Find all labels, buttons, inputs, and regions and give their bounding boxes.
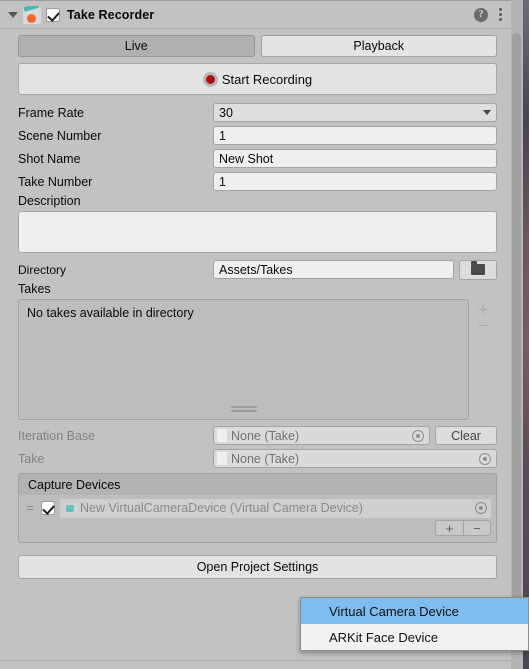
capture-device-enabled-checkbox[interactable] (41, 501, 55, 515)
iteration-base-row: Iteration Base None (Take) Clear (18, 425, 497, 446)
iteration-base-label: Iteration Base (18, 428, 96, 443)
browse-directory-button[interactable] (459, 259, 497, 280)
takes-label: Takes (18, 282, 51, 296)
take-asset-icon (217, 429, 227, 442)
frame-rate-value: 30 (219, 105, 233, 120)
add-take-button[interactable]: + (478, 301, 488, 318)
description-label: Description (18, 194, 81, 208)
object-picker-icon[interactable] (479, 452, 491, 465)
take-object-field[interactable]: None (Take) (213, 449, 497, 468)
mode-tabs: Live Playback (18, 35, 497, 57)
kebab-menu-icon[interactable] (499, 7, 503, 22)
drag-handle-icon[interactable]: = (24, 501, 36, 514)
capture-device-dropdown-menu: Virtual Camera Device ARKit Face Device (300, 597, 529, 651)
folder-icon (471, 261, 485, 275)
capture-devices-body: = New VirtualCameraDevice (Virtual Camer… (18, 495, 497, 543)
capture-devices-buttons: + − (24, 520, 491, 536)
take-number-row: Take Number 1 (18, 171, 497, 192)
capture-device-row: = New VirtualCameraDevice (Virtual Camer… (24, 498, 491, 518)
capture-devices-title: Capture Devices (28, 477, 121, 492)
frame-rate-row: Frame Rate 30 (18, 102, 497, 123)
start-recording-label: Start Recording (221, 71, 313, 87)
panel-divider (0, 660, 511, 661)
capture-device-object-field[interactable]: New VirtualCameraDevice (Virtual Camera … (60, 498, 491, 518)
iteration-base-value: None (Take) (231, 428, 300, 443)
resize-grip-icon[interactable] (230, 406, 257, 414)
takes-list[interactable]: No takes available in directory (18, 299, 469, 420)
iteration-base-object-field[interactable]: None (Take) (213, 426, 430, 445)
takes-list-buttons: + − (469, 299, 497, 420)
page-title: Take Recorder (67, 7, 155, 22)
record-dot-icon (202, 71, 218, 87)
take-number-input[interactable]: 1 (213, 172, 497, 191)
takes-empty-message: No takes available in directory (27, 306, 194, 320)
take-recorder-icon (23, 5, 41, 24)
remove-take-button[interactable]: − (478, 317, 488, 334)
chevron-down-icon (483, 110, 491, 115)
take-recorder-component-panel: Take Recorder ? Live Playback Start Reco… (0, 0, 511, 669)
take-row: Take None (Take) (18, 448, 497, 469)
shot-name-label: Shot Name (18, 151, 81, 166)
open-project-settings-button[interactable]: Open Project Settings (18, 555, 497, 579)
background-edge-sliver (523, 0, 529, 669)
object-picker-icon[interactable] (475, 502, 487, 514)
shot-name-row: Shot Name New Shot (18, 148, 497, 169)
component-header: Take Recorder ? (0, 1, 511, 29)
triangle-down-icon[interactable] (6, 8, 20, 22)
menu-item-virtual-camera-device[interactable]: Virtual Camera Device (301, 598, 528, 624)
object-picker-icon[interactable] (412, 429, 424, 442)
vertical-scrollbar-thumb[interactable] (512, 33, 521, 619)
inspector-window: Take Recorder ? Live Playback Start Reco… (0, 0, 529, 669)
frame-rate-dropdown[interactable]: 30 (213, 103, 497, 122)
capture-devices-header: Capture Devices (18, 473, 497, 495)
directory-input[interactable]: Assets/Takes (213, 260, 454, 279)
component-enabled-checkbox[interactable] (46, 7, 60, 22)
take-value: None (Take) (231, 451, 300, 466)
tab-playback[interactable]: Playback (260, 35, 497, 57)
remove-capture-device-button[interactable]: − (463, 520, 491, 536)
help-icon[interactable]: ? (474, 7, 488, 22)
directory-value: Assets/Takes (219, 262, 293, 277)
description-textarea[interactable] (18, 211, 497, 253)
shot-name-input[interactable]: New Shot (213, 149, 497, 168)
takes-list-wrapper: No takes available in directory + − (18, 299, 497, 420)
component-body: Live Playback Start Recording Frame Rate… (0, 29, 511, 579)
take-number-label: Take Number (18, 174, 93, 189)
scene-number-label: Scene Number (18, 128, 102, 143)
start-recording-button[interactable]: Start Recording (18, 63, 497, 95)
frame-rate-label: Frame Rate (18, 105, 84, 120)
tab-live[interactable]: Live (18, 35, 255, 57)
take-asset-icon (217, 452, 227, 465)
scene-number-row: Scene Number 1 (18, 125, 497, 146)
directory-row: Directory Assets/Takes (18, 259, 497, 280)
header-actions: ? (474, 7, 503, 22)
take-number-value: 1 (219, 174, 226, 189)
scene-number-input[interactable]: 1 (213, 126, 497, 145)
directory-label: Directory (18, 262, 67, 277)
menu-item-arkit-face-device[interactable]: ARKit Face Device (301, 624, 528, 650)
add-capture-device-button[interactable]: + (435, 520, 463, 536)
shot-name-value: New Shot (219, 151, 274, 166)
virtual-camera-icon (64, 502, 77, 514)
clear-iteration-base-button[interactable]: Clear (435, 426, 497, 445)
scene-number-value: 1 (219, 128, 226, 143)
take-label: Take (18, 451, 45, 466)
capture-device-value: New VirtualCameraDevice (Virtual Camera … (80, 501, 363, 515)
